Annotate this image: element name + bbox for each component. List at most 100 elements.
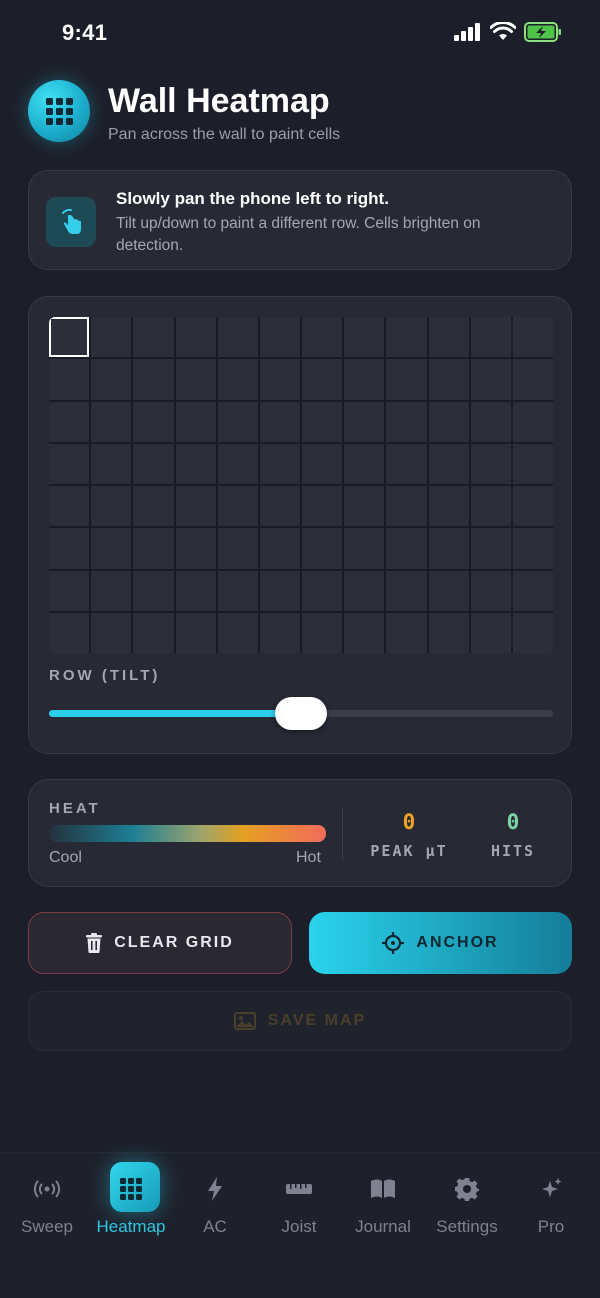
gear-icon: [455, 1178, 479, 1201]
tab-joist[interactable]: Joist: [257, 1153, 341, 1253]
heatmap-card: ROW (TILT): [28, 296, 572, 754]
tab-sweep[interactable]: Sweep: [5, 1153, 89, 1253]
heatmap-cell: [91, 486, 132, 527]
peak-value: 0: [402, 810, 416, 834]
heatmap-cell: [175, 570, 216, 611]
heatmap-cell: [91, 317, 132, 358]
heatmap-cell: [344, 570, 385, 611]
heatmap-cell: [133, 317, 174, 358]
heatmap-cell: [470, 317, 511, 358]
tab-pro[interactable]: Pro: [509, 1153, 593, 1253]
heatmap-cell: [344, 528, 385, 569]
save-map-label: SAVE MAP: [267, 1012, 367, 1029]
heatmap-cell: [133, 359, 174, 400]
tab-bar: Sweep Heatmap AC Joist Journal Settings …: [0, 1152, 600, 1298]
heatmap-cell: [428, 359, 469, 400]
heatmap-cell: [175, 401, 216, 442]
heatmap-cell: [49, 443, 90, 484]
heatmap-cell: [512, 486, 553, 527]
row-slider-label: ROW (TILT): [49, 667, 161, 684]
heatmap-cell: [91, 528, 132, 569]
heatmap-cell: [302, 570, 343, 611]
tab-ac[interactable]: AC: [173, 1153, 257, 1253]
app-grid-icon: [28, 80, 90, 142]
hits-label: HITS: [490, 842, 536, 860]
heatmap-cell: [386, 317, 427, 358]
heatmap-cell: [344, 317, 385, 358]
row-slider-fill: [49, 710, 301, 717]
instruction-body: Tilt up/down to paint a different row. C…: [116, 215, 481, 254]
heatmap-cell: [259, 612, 300, 653]
heatmap-cell: [512, 443, 553, 484]
heatmap-cell: [470, 486, 511, 527]
heatmap-cell: [91, 359, 132, 400]
heatmap-cell: [91, 570, 132, 611]
heatmap-cell: [428, 317, 469, 358]
heatmap-cell: [470, 443, 511, 484]
wifi-icon: [490, 22, 516, 40]
page-subtitle: Pan across the wall to paint cells: [108, 126, 341, 143]
battery-charging-icon: [524, 22, 561, 42]
divider: [342, 808, 343, 860]
hand-swipe-icon: [46, 197, 96, 247]
tab-label: Sweep: [21, 1217, 73, 1236]
app-header: Wall Heatmap Pan across the wall to pain…: [28, 80, 588, 150]
heatmap-cell: [217, 486, 258, 527]
anchor-button[interactable]: ANCHOR: [309, 912, 572, 974]
row-slider-thumb[interactable]: [275, 697, 327, 730]
heatmap-grid[interactable]: [49, 317, 553, 653]
heatmap-cell: [217, 359, 258, 400]
heatmap-cell: [344, 612, 385, 653]
heatmap-cell: [512, 317, 553, 358]
tab-settings[interactable]: Settings: [425, 1153, 509, 1253]
heatmap-cell: [428, 528, 469, 569]
save-map-button[interactable]: SAVE MAP: [28, 991, 572, 1051]
anchor-label: ANCHOR: [416, 934, 499, 951]
heatmap-cell: [470, 528, 511, 569]
heat-cool-label: Cool: [49, 849, 82, 866]
broadcast-icon: [34, 1180, 60, 1198]
ruler-icon: [286, 1184, 312, 1194]
page-title: Wall Heatmap: [108, 82, 330, 120]
heatmap-cell: [259, 570, 300, 611]
heatmap-cell: [133, 486, 174, 527]
heatmap-cell: [217, 443, 258, 484]
tab-journal[interactable]: Journal: [341, 1153, 425, 1253]
status-icons: [454, 22, 562, 42]
heatmap-cell: [428, 486, 469, 527]
heatmap-cell: [49, 612, 90, 653]
crosshair-icon: [382, 932, 405, 954]
tab-label: AC: [203, 1217, 227, 1236]
heatmap-cell: [175, 317, 216, 358]
heat-label: HEAT: [49, 800, 101, 817]
instruction-card: Slowly pan the phone left to right. Tilt…: [28, 170, 572, 270]
status-time: 9:41: [62, 20, 108, 45]
heatmap-cell: [217, 528, 258, 569]
status-bar: 9:41: [0, 0, 600, 70]
tab-heatmap[interactable]: Heatmap: [89, 1153, 173, 1253]
heatmap-cell: [302, 528, 343, 569]
heatmap-cell: [302, 359, 343, 400]
heatmap-cell: [259, 443, 300, 484]
heatmap-cell: [91, 401, 132, 442]
heatmap-cell: [386, 528, 427, 569]
row-slider[interactable]: [49, 697, 553, 730]
heatmap-cell: [470, 401, 511, 442]
book-icon: [371, 1179, 395, 1198]
heatmap-cell: [259, 317, 300, 358]
heatmap-cell: [386, 443, 427, 484]
heatmap-cell: [133, 401, 174, 442]
tab-label: Heatmap: [96, 1217, 166, 1236]
heatmap-cell: [259, 528, 300, 569]
heatmap-cell: [344, 401, 385, 442]
heatmap-cell: [386, 486, 427, 527]
heat-gradient-bar: [49, 825, 326, 842]
heatmap-cell: [49, 486, 90, 527]
heatmap-cell: [428, 570, 469, 611]
heatmap-cell: [175, 486, 216, 527]
clear-grid-button[interactable]: CLEAR GRID: [28, 912, 292, 974]
heatmap-cell: [133, 570, 174, 611]
heatmap-cell: [217, 317, 258, 358]
sparkle-icon: [542, 1178, 562, 1197]
heatmap-cell: [49, 570, 90, 611]
